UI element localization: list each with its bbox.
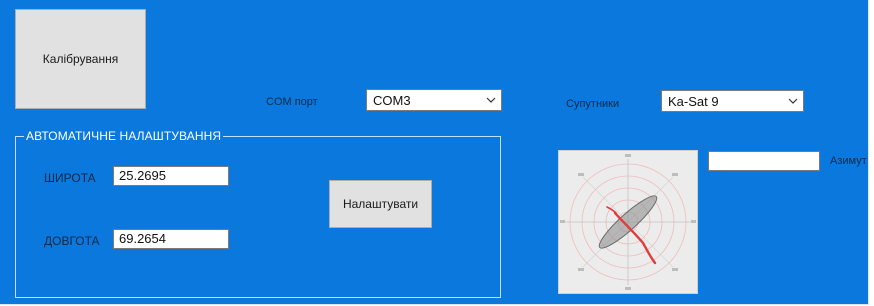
latitude-label: ШИРОТА (44, 171, 96, 185)
calibration-button-label: Калібрування (42, 52, 119, 66)
longitude-field[interactable]: 69.2654 (113, 229, 229, 249)
com-port-label: COM порт (266, 96, 318, 108)
apply-settings-label: Налаштувати (342, 197, 419, 211)
longitude-label: ДОВГОТА (44, 234, 100, 248)
azimuth-label: Азимут (830, 155, 867, 167)
polar-plot (558, 150, 698, 294)
auto-setup-title: АВТОМАТИЧНЕ НАЛАШТУВАННЯ (24, 129, 224, 143)
latitude-field[interactable]: 25.2695 (113, 166, 229, 186)
satellite-select[interactable]: Ka-Sat 9 (661, 90, 804, 112)
azimuth-field[interactable] (708, 151, 820, 171)
satellites-label: Супутники (566, 98, 620, 110)
com-port-select[interactable]: COM3 (366, 89, 502, 111)
chevron-down-icon (783, 98, 803, 104)
chevron-down-icon (481, 97, 501, 103)
apply-settings-button[interactable]: Налаштувати (329, 180, 432, 228)
calibration-button[interactable]: Калібрування (15, 9, 146, 109)
polar-plot-icon (560, 154, 696, 290)
com-port-value: COM3 (373, 92, 411, 108)
satellite-value: Ka-Sat 9 (668, 93, 719, 109)
main-window: Калібрування COM порт COM3 Супутники Ka-… (0, 0, 869, 305)
